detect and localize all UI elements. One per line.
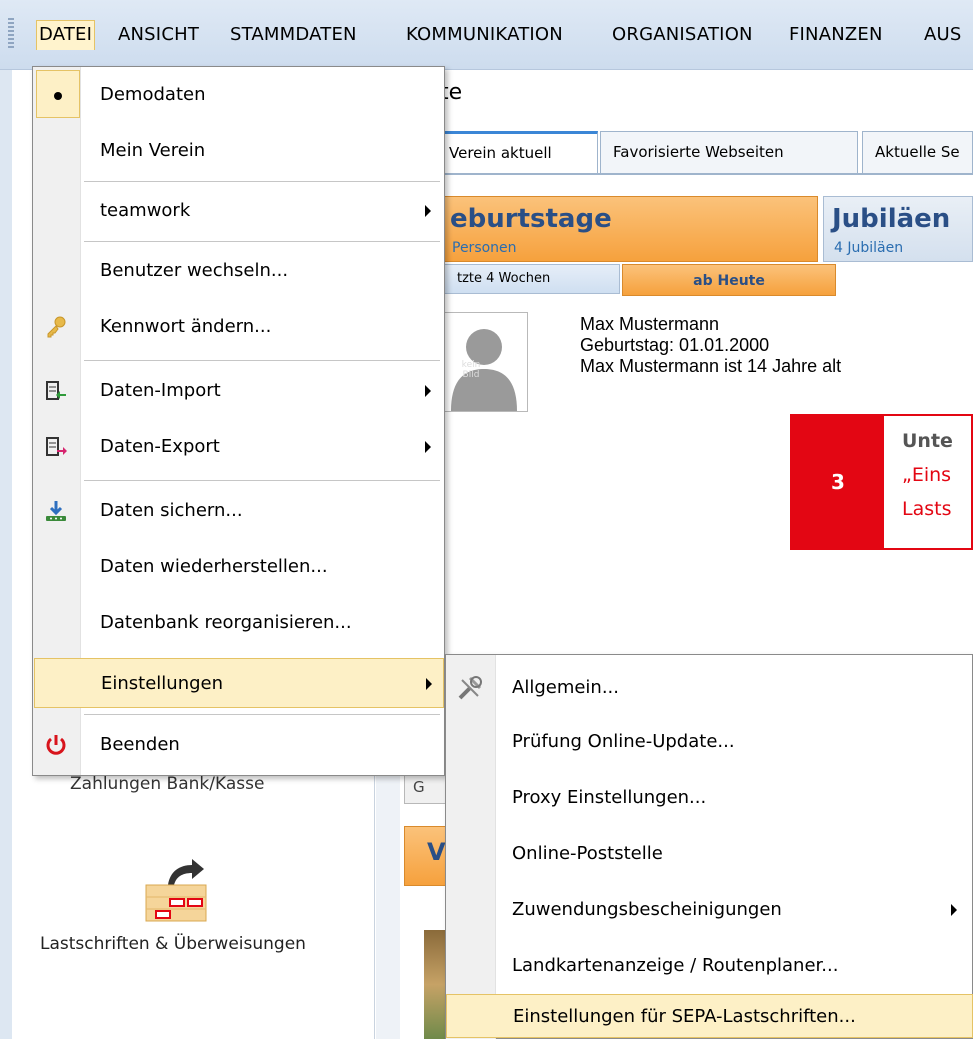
menu-separator xyxy=(84,241,440,242)
partial-panel-header: V xyxy=(404,826,450,886)
menu-item-sepa-lastschriften[interactable]: Einstellungen für SEPA-Lastschriften... xyxy=(446,994,973,1038)
left-panel-strip xyxy=(0,70,12,1039)
birthdays-subtitle: Personen xyxy=(452,240,517,256)
menu-item-beenden[interactable]: Beenden xyxy=(34,720,444,770)
menu-separator xyxy=(84,181,440,182)
tab-strip-line xyxy=(436,173,973,175)
menu-item-teamwork[interactable]: teamwork xyxy=(34,186,444,236)
menu-aus[interactable]: AUS xyxy=(922,20,964,50)
menu-item-daten-sichern[interactable]: Daten sichern... xyxy=(34,486,444,536)
menubar: DATEI ANSICHT STAMMDATEN KOMMUNIKATION O… xyxy=(0,0,973,70)
menu-organisation[interactable]: ORGANISATION xyxy=(610,20,755,50)
launcher-label-lastschriften[interactable]: Lastschriften & Überweisungen xyxy=(40,934,306,954)
download-icon xyxy=(44,499,68,523)
submenu-arrow-icon xyxy=(425,441,431,453)
menu-item-zuwendungsbescheinigungen[interactable]: Zuwendungsbescheinigungen xyxy=(446,886,973,934)
tools-icon xyxy=(456,674,484,706)
menu-item-label: Kennwort ändern... xyxy=(100,316,272,337)
menu-item-allgemein[interactable]: Allgemein... xyxy=(446,664,973,712)
person-name: Max Mustermann xyxy=(580,314,720,334)
callout-line-2: „Eins xyxy=(902,464,952,486)
menubar-grip xyxy=(8,18,14,50)
launcher-caption-zahlungen[interactable]: Zahlungen Bank/Kasse xyxy=(70,774,264,794)
menu-item-label: Daten sichern... xyxy=(100,500,243,521)
menu-item-datenbank-reorganisieren[interactable]: Datenbank reorganisieren... xyxy=(34,598,444,648)
menu-item-benutzer-wechseln[interactable]: Benutzer wechseln... xyxy=(34,246,444,296)
jubilees-title: Jubiläen xyxy=(832,204,951,234)
menu-item-label: Demodaten xyxy=(100,84,206,105)
export-icon xyxy=(44,435,68,459)
menu-item-label: Mein Verein xyxy=(100,140,206,161)
submenu-arrow-icon xyxy=(951,904,957,916)
menu-separator xyxy=(84,480,440,481)
submenu-arrow-icon xyxy=(425,205,431,217)
menu-item-label: Einstellungen xyxy=(101,673,224,694)
menu-finanzen[interactable]: FINANZEN xyxy=(787,20,885,50)
menu-item-label: Allgemein... xyxy=(512,677,619,698)
menu-item-label: Beenden xyxy=(100,734,180,755)
menu-item-label: Einstellungen für SEPA-Lastschriften... xyxy=(513,1006,856,1027)
menu-item-label: teamwork xyxy=(100,200,191,221)
menu-ansicht[interactable]: ANSICHT xyxy=(116,20,201,50)
menu-item-label: Prüfung Online-Update... xyxy=(512,731,735,752)
menu-item-proxy-einstellungen[interactable]: Proxy Einstellungen... xyxy=(446,774,973,822)
menu-item-demodaten[interactable]: Demodaten xyxy=(34,70,444,120)
menu-separator xyxy=(84,714,440,715)
callout-step-number: 3 xyxy=(792,416,884,548)
subtab-from-today[interactable]: ab Heute xyxy=(622,264,836,296)
jubilees-subtitle: 4 Jubiläen xyxy=(834,240,904,256)
import-icon xyxy=(44,379,68,403)
callout-line-1: Unte xyxy=(902,430,953,452)
power-icon xyxy=(44,733,68,757)
menu-item-daten-import[interactable]: Daten-Import xyxy=(34,366,444,416)
submenu-arrow-icon xyxy=(425,385,431,397)
submenu-arrow-icon xyxy=(426,678,432,690)
birthdays-title: eburtstage xyxy=(450,204,612,234)
menu-item-landkartenanzeige[interactable]: Landkartenanzeige / Routenplaner... xyxy=(446,942,973,990)
direct-debit-icon[interactable] xyxy=(140,855,212,925)
menu-item-label: Benutzer wechseln... xyxy=(100,260,289,281)
tab-favorisierte-webseiten[interactable]: Favorisierte Webseiten xyxy=(600,131,858,174)
tab-aktuelle[interactable]: Aktuelle Se xyxy=(862,131,973,174)
callout-text: Unte „Eins Lasts xyxy=(902,424,953,526)
menu-item-online-poststelle[interactable]: Online-Poststelle xyxy=(446,830,973,878)
menu-datei[interactable]: DATEI xyxy=(36,20,96,50)
menu-item-daten-wiederherstellen[interactable]: Daten wiederherstellen... xyxy=(34,542,444,592)
subtab-last-4-weeks[interactable]: tzte 4 Wochen xyxy=(436,264,620,294)
menu-item-einstellungen[interactable]: Einstellungen xyxy=(34,658,444,708)
menu-item-mein-verein[interactable]: Mein Verein xyxy=(34,126,444,176)
menu-item-label: Proxy Einstellungen... xyxy=(512,787,707,808)
menu-separator xyxy=(84,360,440,361)
menu-item-label: Daten-Import xyxy=(100,380,221,401)
menu-item-label: Datenbank reorganisieren... xyxy=(100,612,352,633)
tab-verein-aktuell[interactable]: Verein aktuell xyxy=(436,131,598,174)
menu-item-label: Landkartenanzeige / Routenplaner... xyxy=(512,955,839,976)
person-age: Max Mustermann ist 14 Jahre alt xyxy=(580,356,842,376)
menu-item-daten-export[interactable]: Daten-Export xyxy=(34,422,444,472)
menu-item-pruefung-online-update[interactable]: Prüfung Online-Update... xyxy=(446,718,973,766)
callout-line-3: Lasts xyxy=(902,498,952,520)
menu-item-label: Daten-Export xyxy=(100,436,220,457)
avatar-placeholder-label: kein Bild xyxy=(461,360,481,380)
menu-item-label: Zuwendungsbescheinigungen xyxy=(512,899,782,920)
menu-kommunikation[interactable]: KOMMUNIKATION xyxy=(404,20,565,50)
menu-item-kennwort-aendern[interactable]: Kennwort ändern... xyxy=(34,302,444,352)
key-icon xyxy=(44,315,68,339)
birthday-person: Max Mustermann Geburtstag: 01.01.2000 Ma… xyxy=(580,314,841,377)
menu-item-label: Daten wiederherstellen... xyxy=(100,556,328,577)
menu-item-label: Online-Poststelle xyxy=(512,843,663,864)
person-birthday: Geburtstag: 01.01.2000 xyxy=(580,335,770,355)
menu-stammdaten[interactable]: STAMMDATEN xyxy=(228,20,359,50)
